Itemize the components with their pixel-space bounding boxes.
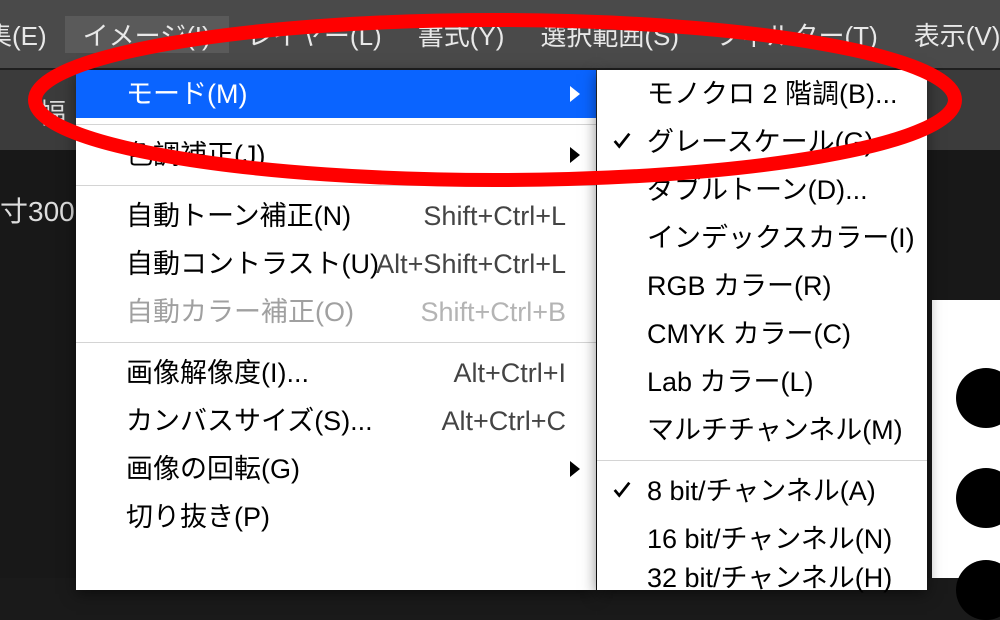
menuitem-duotone[interactable]: ダブルトーン(D)... — [597, 166, 927, 214]
menuitem-indexed[interactable]: インデックスカラー(I) — [597, 214, 927, 262]
submenu-arrow-icon — [570, 461, 580, 477]
menuitem-shortcut: Alt+Ctrl+I — [453, 349, 566, 397]
check-icon — [611, 479, 633, 501]
menuitem-grayscale[interactable]: グレースケール(G) — [597, 118, 927, 166]
menuitem-bitmap[interactable]: モノクロ 2 階調(B)... — [597, 70, 927, 118]
menu-select[interactable]: 選択範囲(S) — [522, 16, 697, 53]
menuitem-rgb[interactable]: RGB カラー(R) — [597, 262, 927, 310]
menu-separator — [76, 124, 596, 125]
menuitem-multichannel[interactable]: マルチチャンネル(M) — [597, 406, 927, 454]
menu-edit[interactable]: 集(E) — [0, 16, 65, 53]
check-icon — [611, 130, 633, 152]
menu-label: 集(E) — [0, 21, 47, 51]
menuitem-label: 自動コントラスト(U) — [126, 240, 379, 288]
menuitem-label: 画像解像度(I)... — [126, 349, 309, 397]
menuitem-label: Lab カラー(L) — [647, 358, 814, 406]
menuitem-lab[interactable]: Lab カラー(L) — [597, 358, 927, 406]
menuitem-shortcut: Alt+Shift+Ctrl+L — [376, 240, 566, 288]
menuitem-canvas-size[interactable]: カンバスサイズ(S)... Alt+Ctrl+C — [76, 397, 596, 445]
menuitem-label: 16 bit/チャンネル(N) — [647, 515, 892, 563]
menuitem-label: グレースケール(G) — [647, 118, 874, 166]
canvas-area — [932, 300, 1000, 578]
menuitem-label: CMYK カラー(C) — [647, 310, 851, 358]
menuitem-label: ダブルトーン(D)... — [647, 166, 868, 214]
menuitem-label: 画像の回転(G) — [126, 445, 300, 493]
menu-label: レイヤー(L) — [247, 21, 382, 51]
menuitem-crop[interactable]: 切り抜き(P) — [76, 493, 596, 541]
menuitem-label: 自動カラー補正(O) — [126, 288, 354, 336]
menuitem-label: マルチチャンネル(M) — [647, 406, 903, 454]
menu-bar: 集(E) イメージ(I) レイヤー(L) 書式(Y) 選択範囲(S) フィルター… — [0, 0, 1000, 68]
menu-label: イメージ(I) — [83, 21, 211, 51]
menuitem-label: 色調補正(J) — [126, 131, 265, 179]
menu-separator — [76, 342, 596, 343]
menuitem-shortcut: Shift+Ctrl+B — [420, 288, 566, 336]
option-width-label: 幅 — [38, 92, 66, 132]
menuitem-label: モード(M) — [126, 70, 247, 118]
menuitem-shortcut: Shift+Ctrl+L — [423, 192, 566, 240]
menu-image[interactable]: イメージ(I) — [65, 16, 229, 53]
submenu-arrow-icon — [570, 147, 580, 163]
dimension-text: 寸300: — [0, 190, 83, 230]
menuitem-label: インデックスカラー(I) — [647, 214, 915, 262]
menuitem-16bit[interactable]: 16 bit/チャンネル(N) — [597, 515, 927, 563]
menuitem-label: 32 bit/チャンネル(H) — [647, 563, 892, 593]
menu-label: 選択範囲(S) — [540, 21, 679, 51]
submenu-arrow-icon — [570, 86, 580, 102]
menuitem-label: モノクロ 2 階調(B)... — [647, 70, 898, 118]
menuitem-8bit[interactable]: 8 bit/チャンネル(A) — [597, 467, 927, 515]
menuitem-32bit[interactable]: 32 bit/チャンネル(H) — [597, 563, 927, 593]
menuitem-adjustments[interactable]: 色調補正(J) — [76, 131, 596, 179]
menuitem-rotate[interactable]: 画像の回転(G) — [76, 445, 596, 493]
menu-separator — [597, 460, 927, 461]
menu-label: フィルター(T) — [715, 21, 878, 51]
mode-submenu: モノクロ 2 階調(B)... グレースケール(G) ダブルトーン(D)... … — [597, 70, 927, 590]
menuitem-label: 8 bit/チャンネル(A) — [647, 467, 876, 515]
menuitem-label: 自動トーン補正(N) — [126, 192, 351, 240]
menu-view[interactable]: 表示(V) — [896, 16, 1000, 53]
menu-label: 書式(Y) — [418, 21, 505, 51]
menuitem-auto-color: 自動カラー補正(O) Shift+Ctrl+B — [76, 288, 596, 336]
menuitem-image-size[interactable]: 画像解像度(I)... Alt+Ctrl+I — [76, 349, 596, 397]
menu-label: 表示(V) — [914, 21, 1000, 51]
menuitem-label: RGB カラー(R) — [647, 262, 832, 310]
menu-layer[interactable]: レイヤー(L) — [229, 16, 400, 53]
menuitem-auto-tone[interactable]: 自動トーン補正(N) Shift+Ctrl+L — [76, 192, 596, 240]
menu-separator — [76, 185, 596, 186]
menuitem-label: カンバスサイズ(S)... — [126, 397, 373, 445]
menuitem-label: 切り抜き(P) — [126, 493, 270, 541]
menuitem-mode[interactable]: モード(M) — [76, 70, 596, 118]
image-dropdown-menu: モード(M) 色調補正(J) 自動トーン補正(N) Shift+Ctrl+L 自… — [76, 70, 596, 590]
menuitem-shortcut: Alt+Ctrl+C — [441, 397, 566, 445]
menu-type[interactable]: 書式(Y) — [400, 16, 523, 53]
menuitem-cmyk[interactable]: CMYK カラー(C) — [597, 310, 927, 358]
menuitem-auto-contrast[interactable]: 自動コントラスト(U) Alt+Shift+Ctrl+L — [76, 240, 596, 288]
menu-filter[interactable]: フィルター(T) — [697, 16, 896, 53]
